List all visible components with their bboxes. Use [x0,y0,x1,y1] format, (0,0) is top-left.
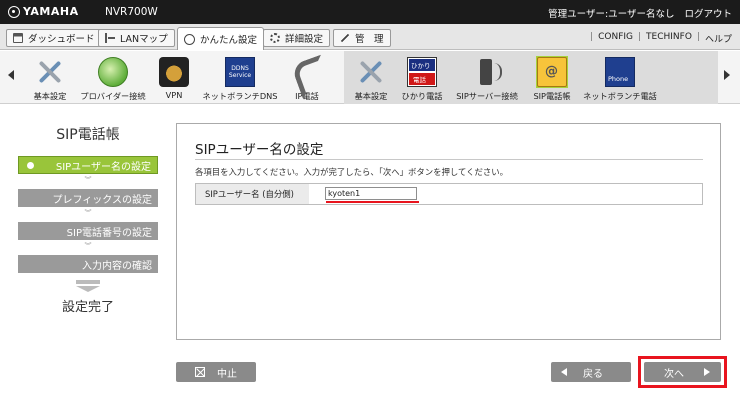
step-label: SIPユーザー名の設定 [55,161,151,173]
lan-map-icon [105,33,115,43]
feature-label: SIPサーバー接続 [456,91,518,101]
tools-icon [337,30,353,46]
ddns-icon: DDNS Service [225,57,255,87]
step-sip-username: SIPユーザー名の設定 [18,156,158,174]
settings-panel: SIPユーザー名の設定 各項目を入力してください。入力が完了したら、「次へ」ボタ… [176,123,721,340]
sip-username-label: SIPユーザー名 (自分側) [196,184,309,204]
sip-username-row: SIPユーザー名 (自分側) [195,183,703,205]
tab-easy-setup[interactable]: かんたん設定 [177,27,265,50]
tab-label: かんたん設定 [200,35,258,46]
tools-icon [35,57,65,87]
feature-netvolante-phone[interactable]: ネットボランチ電話 [583,56,657,102]
feature-label: 基本設定 [354,91,388,101]
hikari-badge-top: ひかり [411,62,431,70]
config-link[interactable]: CONFIG [598,32,633,45]
hikari-phone-icon: ひかり 電話 [407,57,437,87]
yamaha-logo-icon [8,5,20,18]
address-book-icon [537,57,567,87]
tab-label: 詳細設定 [285,34,324,45]
feature-hikari-phone[interactable]: ひかり 電話 ひかり電話 [386,56,458,102]
techinfo-link[interactable]: TECHINFO [646,32,692,45]
highlight-underline [326,201,419,203]
phone-icon [292,57,322,87]
separator: | [696,32,700,42]
step-chevron-icon: ︾ [84,242,92,250]
separator: | [638,32,642,42]
tab-label: 管 理 [355,34,384,45]
user-status: 管理ユーザー:ユーザー名なし [548,9,675,20]
brand-name: YAMAHA [23,5,79,18]
utility-links: | CONFIG | TECHINFO | ヘルプ [590,32,732,45]
gear-icon [270,33,280,43]
feature-sip-server-connection[interactable]: SIPサーバー接続 [451,56,523,102]
step-sip-phone-number: SIP電話番号の設定 [18,222,158,240]
separator: | [590,32,594,42]
tools-icon [356,57,386,87]
feature-icon-bar: 基本設定 プロバイダー接続 VPN DDNS Service ネットボランチDN… [0,51,740,104]
brand-logo: YAMAHA [8,5,79,18]
feature-netvolante-dns[interactable]: DDNS Service ネットボランチDNS [202,56,278,102]
feature-label: ネットボランチDNS [202,91,278,101]
tab-label: ダッシュボード [28,34,95,45]
feature-vpn[interactable]: VPN [138,56,210,100]
step-prefix: プレフィックスの設定 [18,189,158,207]
step-chevron-icon: ︾ [84,176,92,184]
sip-server-icon [472,57,502,87]
back-button[interactable]: 戻る [551,362,631,382]
panel-description: 各項目を入力してください。入力が完了したら、「次へ」ボタンを押してください。 [195,167,509,177]
feature-label: プロバイダー接続 [80,91,146,101]
feature-sip-phonebook[interactable]: SIP電話帳 [516,56,588,102]
feature-label: SIP電話帳 [533,91,571,101]
phone-service-icon [605,57,635,87]
feature-label: VPN [165,90,183,100]
arrow-left-icon [561,368,567,376]
feature-label: ネットボランチ電話 [583,91,657,101]
step-chevron-icon: ︾ [84,209,92,217]
top-bar: YAMAHA NVR700W 管理ユーザー:ユーザー名なし ログアウト [0,0,740,24]
panel-title: SIPユーザー名の設定 [195,142,324,158]
step-complete: 設定完了 [61,300,114,315]
main-menu: ダッシュボード LANマップ かんたん設定 詳細設定 管 理 | CONFIG … [0,24,740,50]
tab-lan-map[interactable]: LANマップ [98,29,175,47]
hikari-badge-bottom: 電話 [413,76,426,84]
next-button[interactable]: 次へ [644,362,721,382]
feature-basic-settings[interactable]: 基本設定 [14,56,86,102]
cancel-label: 中止 [217,368,237,380]
arrow-right-icon [704,368,710,376]
feature-label: ひかり電話 [401,91,443,101]
next-label: 次へ [664,368,684,380]
tab-management[interactable]: 管 理 [333,29,391,47]
help-link[interactable]: ヘルプ [705,32,732,45]
scroll-right-icon[interactable] [724,70,730,80]
close-icon [195,367,205,377]
step-label: プレフィックスの設定 [52,194,153,206]
dashboard-icon [13,33,23,43]
logout-link[interactable]: ログアウト [684,6,732,20]
tab-label: LANマップ [120,34,168,45]
globe-icon [98,57,128,87]
step-confirm: 入力内容の確認 [18,255,158,273]
step-label: SIP電話番号の設定 [66,227,152,239]
wizard-icon [184,33,195,45]
feature-ip-phone[interactable]: IP電話 [271,56,343,102]
tab-dashboard[interactable]: ダッシュボード [6,29,102,47]
sip-username-input[interactable] [325,187,417,200]
down-arrow-icon [76,280,100,292]
step-label: 入力内容の確認 [82,260,152,272]
device-model: NVR700W [105,6,158,18]
back-label: 戻る [583,368,603,380]
cancel-button[interactable]: 中止 [176,362,256,382]
divider [195,159,703,160]
wizard-title: SIP電話帳 [56,127,120,143]
tab-advanced-settings[interactable]: 詳細設定 [263,29,331,47]
user-info: 管理ユーザー:ユーザー名なし ログアウト [548,6,732,20]
feature-label: 基本設定 [33,91,67,101]
vpn-icon [159,57,189,87]
